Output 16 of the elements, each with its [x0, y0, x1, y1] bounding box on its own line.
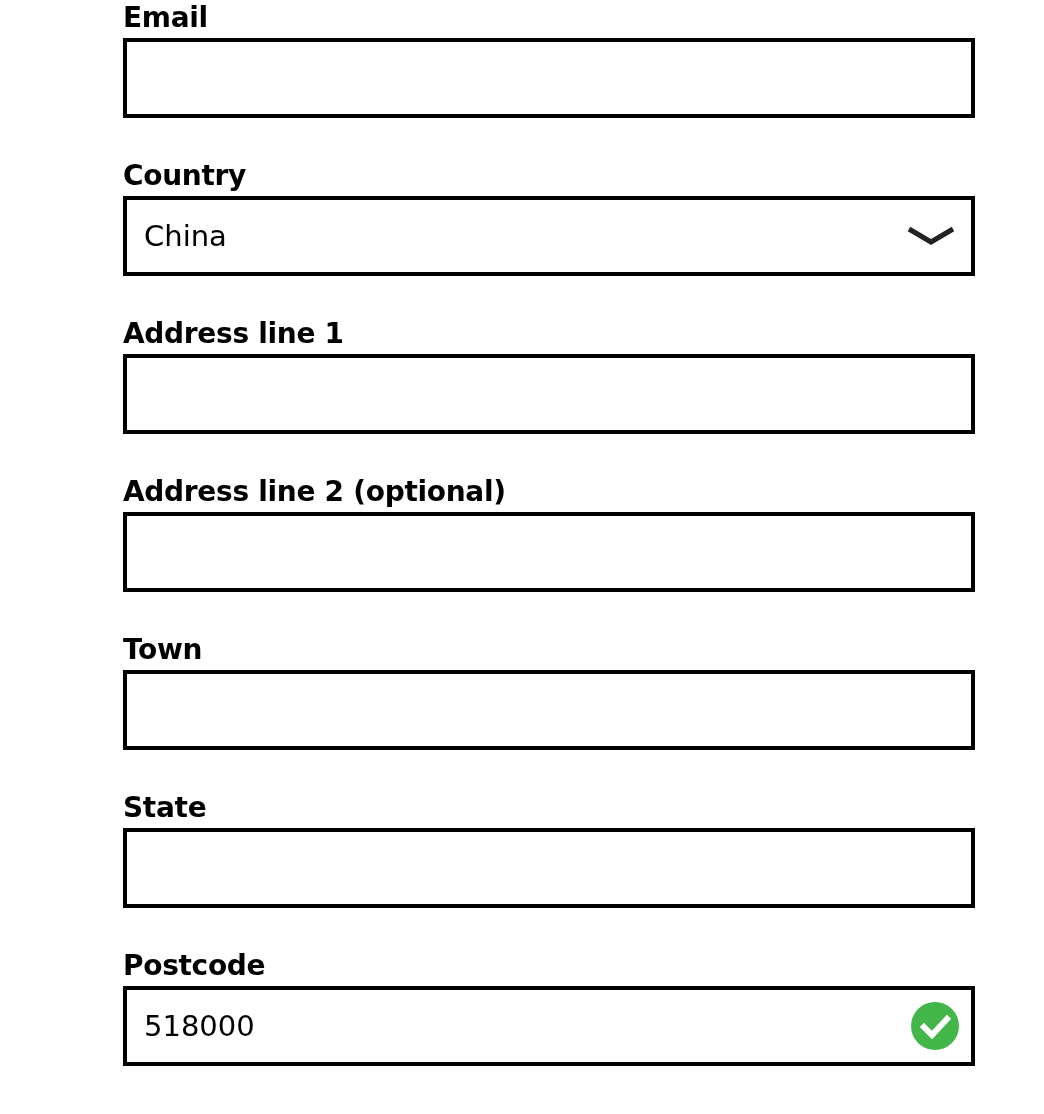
check-circle-icon [911, 1002, 959, 1050]
input-field[interactable] [123, 354, 975, 434]
field-label: Town [123, 632, 203, 668]
input-field[interactable] [123, 828, 975, 908]
input-field[interactable] [123, 38, 975, 118]
field-label: Address line 1 [123, 316, 344, 352]
chevron-down-icon [907, 225, 955, 247]
input-field[interactable] [123, 670, 975, 750]
field-label: Email [123, 0, 208, 36]
field-label: Country [123, 158, 246, 194]
input-field[interactable] [123, 512, 975, 592]
field-label: Address line 2 (optional) [123, 474, 506, 510]
field-label: Postcode [123, 948, 266, 984]
dropdown-field[interactable]: China [123, 196, 975, 276]
field-label: State [123, 790, 207, 826]
input-field[interactable]: 518000 [123, 986, 975, 1066]
